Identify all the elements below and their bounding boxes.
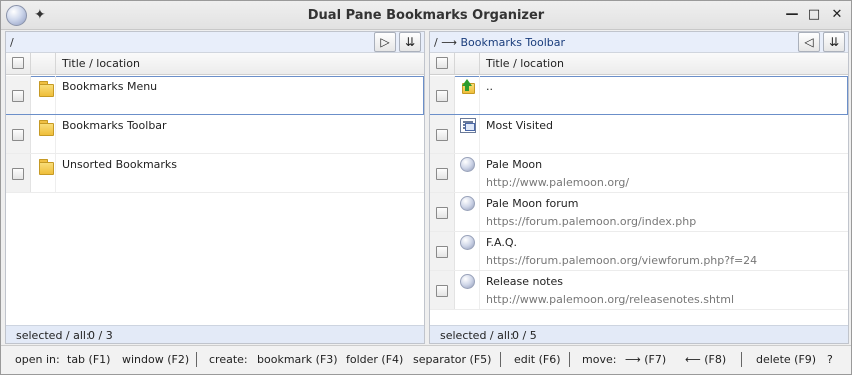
select-all-checkbox[interactable] [436,57,448,69]
list-item[interactable]: Pale Moon forum https://forum.palemoon.o… [430,193,848,232]
delete-button[interactable]: delete (F9) [756,353,816,366]
toolbar-separator [741,352,742,367]
smart-folder-icon [460,118,476,133]
move-left-button[interactable]: ⟵ (F8) [685,353,726,366]
toolbar-separator [569,352,570,367]
row-checkbox[interactable] [436,207,448,219]
path-root[interactable]: / ⟶ [434,36,457,49]
close-icon[interactable]: ✕ [829,7,845,23]
left-pane: / ▷ ⇊ Title / location Bookmarks Menu Bo… [5,31,425,344]
action-toolbar: open in: tab (F1) window (F2) create: bo… [1,345,851,374]
status-count: 0 / 3 [88,329,113,342]
bookmark-title: Bookmarks Menu [62,80,158,93]
row-checkbox[interactable] [436,129,448,141]
status-label: selected / all: [440,329,514,342]
open-in-label: open in: [15,353,60,366]
open-in-tab-button[interactable]: tab (F1) [67,353,110,366]
folder-icon [39,81,54,97]
folder-icon [39,159,54,175]
open-in-other-pane-button[interactable]: ▷ [374,32,396,52]
edit-button[interactable]: edit (F6) [514,353,561,366]
create-folder-button[interactable]: folder (F4) [346,353,403,366]
list-item[interactable]: Unsorted Bookmarks [6,154,424,193]
icon-column-header [31,53,56,74]
bookmark-url: https://forum.palemoon.org/viewforum.php… [486,254,758,267]
open-in-window-button[interactable]: window (F2) [122,353,189,366]
folder-icon [39,120,54,136]
list-item[interactable]: Pale Moon http://www.palemoon.org/ [430,154,848,193]
create-label: create: [209,353,248,366]
bookmark-title: .. [486,80,493,93]
list-item[interactable]: F.A.Q. https://forum.palemoon.org/viewfo… [430,232,848,271]
bookmark-title: Most Visited [486,119,553,132]
row-checkbox[interactable] [12,90,24,102]
list-item[interactable]: Release notes http://www.palemoon.org/re… [430,271,848,310]
row-checkbox[interactable] [12,168,24,180]
maximize-icon[interactable]: □ [806,7,822,23]
bookmark-globe-icon [460,274,475,289]
bookmark-url: http://www.palemoon.org/releasenotes.sht… [486,293,735,306]
bookmark-url: https://forum.palemoon.org/index.php [486,215,697,228]
right-column-header: Title / location [430,53,848,75]
select-all-checkbox[interactable] [12,57,24,69]
help-button[interactable]: ? [827,353,833,366]
list-item[interactable]: Bookmarks Menu [6,76,424,115]
bookmark-globe-icon [460,157,475,172]
title-bar: ✦ Dual Pane Bookmarks Organizer — □ ✕ [1,1,851,30]
row-checkbox[interactable] [436,246,448,258]
title-column-header[interactable]: Title / location [486,57,564,70]
minimize-icon[interactable]: — [784,7,800,23]
bookmarks-organizer-window: ✦ Dual Pane Bookmarks Organizer — □ ✕ / … [0,0,852,375]
row-checkbox[interactable] [436,285,448,297]
bookmark-title: Pale Moon [486,158,543,171]
bookmark-url: http://www.palemoon.org/ [486,176,630,189]
right-path-bar: / ⟶ Bookmarks Toolbar ◁ ⇊ [430,32,848,53]
open-in-other-pane-button[interactable]: ◁ [798,32,820,52]
toolbar-separator [500,352,501,367]
right-pane: / ⟶ Bookmarks Toolbar ◁ ⇊ Title / locati… [429,31,849,344]
left-path: / [10,36,14,49]
left-path-bar: / ▷ ⇊ [6,32,424,53]
row-checkbox[interactable] [12,129,24,141]
status-label: selected / all: [16,329,90,342]
toolbar-separator [196,352,197,367]
move-right-button[interactable]: ⟶ (F7) [625,353,666,366]
list-item[interactable]: Bookmarks Toolbar [6,115,424,154]
bookmark-globe-icon [460,235,475,250]
move-label: move: [582,353,617,366]
right-status-bar: selected / all: 0 / 5 [430,325,848,343]
left-column-header: Title / location [6,53,424,75]
breadcrumb[interactable]: Bookmarks Toolbar [460,36,565,49]
bookmark-globe-icon [460,196,475,211]
create-separator-button[interactable]: separator (F5) [413,353,491,366]
row-checkbox[interactable] [436,90,448,102]
icon-column-header [455,53,480,74]
bookmark-title: Release notes [486,275,563,288]
bookmark-title: Bookmarks Toolbar [62,119,167,132]
parent-folder-icon [460,79,476,95]
list-item[interactable]: Most Visited [430,115,848,154]
create-bookmark-button[interactable]: bookmark (F3) [257,353,338,366]
left-status-bar: selected / all: 0 / 3 [6,325,424,343]
status-count: 0 / 5 [512,329,537,342]
right-scroll-down-button[interactable]: ⇊ [823,32,845,52]
left-scroll-down-button[interactable]: ⇊ [399,32,421,52]
title-column-header[interactable]: Title / location [62,57,140,70]
list-item[interactable]: .. [430,76,848,115]
bookmark-title: F.A.Q. [486,236,518,249]
window-title: Dual Pane Bookmarks Organizer [307,8,545,23]
row-checkbox[interactable] [436,168,448,180]
bookmark-title: Unsorted Bookmarks [62,158,178,171]
bookmark-title: Pale Moon forum [486,197,579,210]
